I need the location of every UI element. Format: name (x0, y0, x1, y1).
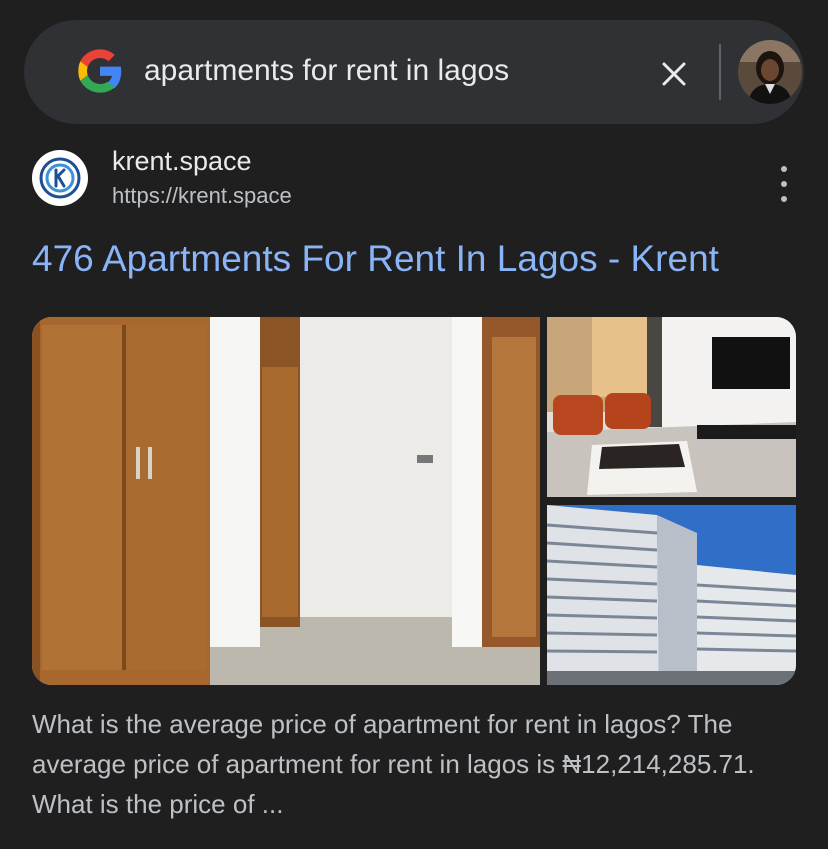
search-input[interactable]: apartments for rent in lagos (144, 54, 509, 88)
result-source[interactable]: krent.space https://krent.space (32, 146, 802, 210)
result-image-gallery (32, 317, 796, 685)
close-icon (662, 62, 686, 86)
site-name: krent.space (112, 146, 252, 176)
more-options-button[interactable] (770, 166, 798, 202)
result-snippet: What is the average price of apartment f… (32, 709, 755, 819)
search-divider (719, 44, 721, 100)
apartment-building-image[interactable] (547, 505, 796, 685)
clear-search-button[interactable] (654, 54, 694, 94)
search-bar[interactable]: apartments for rent in lagos (24, 20, 804, 124)
empty-room-image[interactable] (32, 317, 540, 685)
site-url: https://krent.space (112, 183, 292, 208)
account-avatar[interactable] (738, 40, 802, 104)
google-logo-icon[interactable] (74, 45, 126, 97)
result-title-link[interactable]: 476 Apartments For Rent In Lagos - Krent (32, 238, 719, 280)
living-room-image[interactable] (547, 317, 796, 497)
more-vertical-icon (781, 166, 787, 172)
site-favicon-icon (32, 150, 88, 206)
